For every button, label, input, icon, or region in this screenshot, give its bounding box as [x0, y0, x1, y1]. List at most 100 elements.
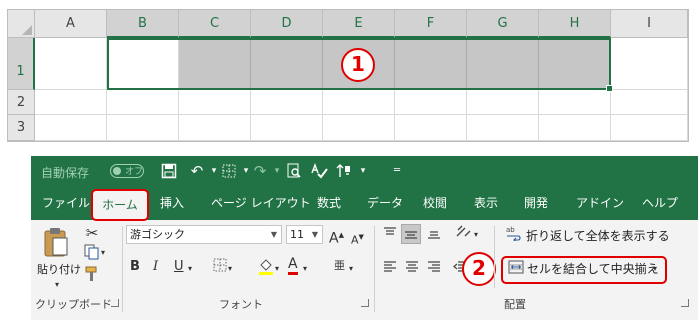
align-bottom-icon[interactable]	[425, 226, 443, 246]
shrink-font-button[interactable]: A▼	[351, 228, 364, 250]
cut-icon[interactable]: ✂	[83, 224, 101, 242]
cell-g2[interactable]	[467, 90, 539, 115]
paste-dropdown-icon[interactable]: ▾	[55, 276, 59, 294]
wrap-text-icon[interactable]: ab	[505, 225, 523, 247]
cell-i2[interactable]	[611, 90, 688, 115]
font-dialog-launcher-icon[interactable]	[361, 299, 369, 307]
cell-f2[interactable]	[395, 90, 467, 115]
chevron-down-icon[interactable]: ▼	[271, 226, 277, 243]
cell-i1[interactable]	[611, 38, 688, 90]
column-header-c[interactable]: C	[179, 10, 251, 38]
row-header-2[interactable]: 2	[8, 90, 35, 115]
tab-insert[interactable]: 挿入	[160, 187, 184, 220]
decrease-caret-icon: ▼	[358, 233, 364, 241]
copy-icon[interactable]	[83, 244, 101, 266]
bold-button[interactable]: B	[130, 258, 140, 276]
font-name-combo[interactable]: 游ゴシック ▼	[126, 225, 282, 244]
cell-g1[interactable]	[467, 38, 539, 90]
alignment-dialog-launcher-icon[interactable]	[681, 299, 689, 307]
chevron-down-icon[interactable]: ▼	[312, 226, 318, 243]
paste-icon[interactable]	[41, 226, 71, 258]
cell-b3[interactable]	[107, 115, 179, 141]
sort-dropdown-icon[interactable]: ▾	[353, 161, 373, 181]
tab-formulas[interactable]: 数式	[317, 187, 341, 220]
phonetic-guide-button[interactable]: 亜	[334, 257, 345, 275]
align-middle-icon[interactable]	[401, 224, 421, 244]
fill-color-icon[interactable]	[257, 257, 275, 281]
print-preview-icon[interactable]	[284, 161, 304, 181]
font-size-combo[interactable]: 11 ▼	[286, 225, 323, 244]
format-painter-icon[interactable]	[83, 266, 101, 288]
orientation-icon[interactable]	[454, 224, 474, 246]
spellcheck-icon[interactable]	[309, 161, 329, 181]
font-color-button[interactable]: A	[288, 256, 298, 275]
column-header-i[interactable]: I	[611, 10, 688, 38]
cell-e2[interactable]	[323, 90, 395, 115]
column-header-f[interactable]: F	[395, 10, 467, 38]
cell-g3[interactable]	[467, 115, 539, 141]
cell-a1[interactable]	[35, 38, 107, 90]
underline-dropdown-icon[interactable]: ▾	[188, 260, 192, 278]
cell-e3[interactable]	[323, 115, 395, 141]
tab-review[interactable]: 校閲	[423, 187, 447, 220]
font-color-dropdown-icon[interactable]: ▾	[303, 260, 307, 278]
sort-icon[interactable]	[334, 161, 354, 181]
column-header-d[interactable]: D	[251, 10, 323, 38]
grow-font-button[interactable]: A▲	[329, 226, 344, 248]
align-top-icon[interactable]	[381, 226, 399, 246]
row-header-3[interactable]: 3	[8, 115, 35, 141]
column-header-h[interactable]: H	[539, 10, 611, 38]
row-header-1[interactable]: 1	[8, 38, 35, 90]
svg-text:ab: ab	[506, 226, 515, 234]
column-header-b[interactable]: B	[107, 10, 179, 38]
cell-f3[interactable]	[395, 115, 467, 141]
cell-a3[interactable]	[35, 115, 107, 141]
borders-button-dropdown-icon[interactable]: ▾	[228, 260, 232, 278]
cell-a2[interactable]	[35, 90, 107, 115]
tab-addins[interactable]: アドイン	[576, 187, 624, 220]
phonetic-dropdown-icon[interactable]: ▾	[349, 260, 353, 278]
increase-caret-icon: ▲	[338, 231, 344, 239]
cell-b1[interactable]	[107, 38, 179, 90]
grow-font-label: A	[329, 230, 339, 247]
column-header-a[interactable]: A	[35, 10, 107, 38]
cell-h2[interactable]	[539, 90, 611, 115]
cell-c1[interactable]	[179, 38, 251, 90]
tab-view[interactable]: 表示	[474, 187, 498, 220]
tab-help[interactable]: ヘルプ	[642, 187, 678, 220]
cell-c3[interactable]	[179, 115, 251, 141]
cell-c2[interactable]	[179, 90, 251, 115]
cell-d1[interactable]	[251, 38, 323, 90]
cell-d2[interactable]	[251, 90, 323, 115]
cell-d3[interactable]	[251, 115, 323, 141]
paste-label[interactable]: 貼り付け	[37, 261, 81, 277]
autosave-state: オフ	[125, 167, 144, 177]
tab-page-layout[interactable]: ページ レイアウト	[211, 187, 311, 220]
tab-developer[interactable]: 開発	[524, 187, 548, 220]
align-right-icon[interactable]	[425, 260, 443, 280]
orientation-dropdown-icon[interactable]: ▾	[474, 226, 478, 244]
clipboard-dialog-launcher-icon[interactable]	[111, 299, 119, 307]
column-header-e[interactable]: E	[323, 10, 395, 38]
copy-dropdown-icon[interactable]: ▾	[101, 244, 105, 262]
align-left-icon[interactable]	[381, 260, 399, 280]
tab-data[interactable]: データ	[367, 187, 403, 220]
cell-b2[interactable]	[107, 90, 179, 115]
cell-i3[interactable]	[611, 115, 688, 141]
cell-h1[interactable]	[539, 38, 611, 90]
spreadsheet-grid: A B C D E F G H I 1 2 3 1	[7, 9, 689, 142]
autosave-toggle[interactable]: オフ	[110, 164, 144, 178]
save-icon[interactable]	[159, 161, 179, 181]
underline-button[interactable]: U	[174, 258, 184, 276]
align-center-icon[interactable]	[403, 260, 421, 280]
customize-icon[interactable]: ═	[387, 161, 407, 181]
cell-f1[interactable]	[395, 38, 467, 90]
tab-file[interactable]: ファイル	[42, 187, 90, 220]
borders-button-icon[interactable]	[213, 258, 227, 278]
fill-color-dropdown-icon[interactable]: ▾	[275, 260, 279, 278]
column-header-g[interactable]: G	[467, 10, 539, 38]
italic-button[interactable]: I	[153, 258, 158, 276]
cell-h3[interactable]	[539, 115, 611, 141]
wrap-text-label[interactable]: 折り返して全体を表示する	[526, 227, 670, 244]
select-all-corner[interactable]	[8, 10, 35, 38]
